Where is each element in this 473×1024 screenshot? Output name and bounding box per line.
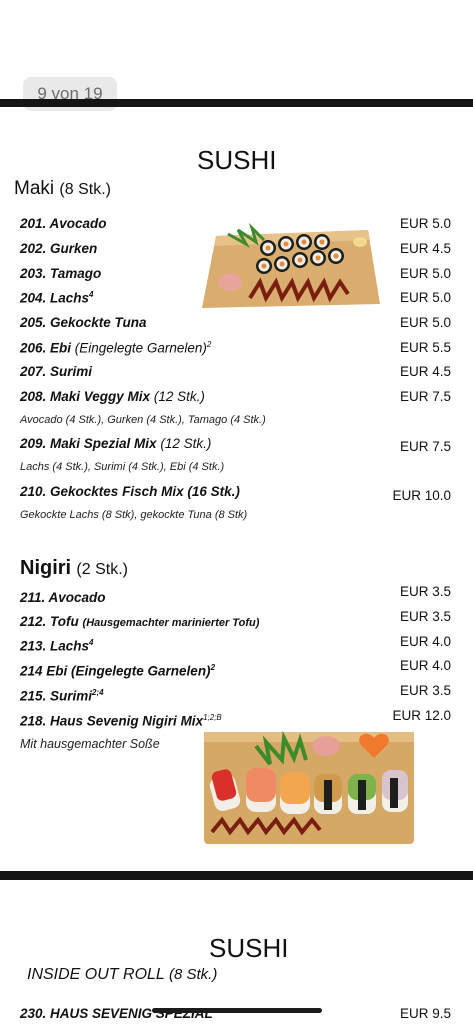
item-description: Avocado (4 Stk.), Gurken (4 Stk.), Tamag… bbox=[20, 414, 266, 426]
section-name: Nigiri bbox=[20, 557, 72, 579]
item-description: Mit hausgemachter Soße bbox=[20, 737, 160, 751]
item-price: EUR 5.0 bbox=[399, 290, 451, 305]
menu-item: 204. Lachs4 bbox=[20, 290, 94, 306]
menu-item: 211. Avocado bbox=[20, 590, 106, 605]
page-title: SUSHI bbox=[197, 145, 277, 175]
item-price: EUR 4.5 bbox=[399, 364, 451, 379]
page-separator bbox=[0, 871, 473, 880]
item-price: EUR 4.0 bbox=[399, 634, 451, 649]
item-price: EUR 5.0 bbox=[399, 266, 451, 281]
item-price: EUR 3.5 bbox=[399, 609, 451, 624]
menu-item: 213. Lachs4 bbox=[20, 638, 94, 654]
menu-item: 212. Tofu (Hausgemachter marinierter Tof… bbox=[20, 614, 260, 629]
section-name: INSIDE OUT ROLL bbox=[27, 966, 165, 983]
menu-item: 208. Maki Veggy Mix (12 Stk.) bbox=[20, 389, 205, 404]
menu-item: 206. Ebi (Eingelegte Garnelen)2 bbox=[20, 340, 212, 356]
nigiri-platter-image bbox=[204, 730, 414, 844]
menu-item: 202. Gurken bbox=[20, 241, 98, 256]
section-heading-inside-out-roll: INSIDE OUT ROLL (8 Stk.) bbox=[27, 966, 217, 984]
item-description: Lachs (4 Stk.), Surimi (4 Stk.), Ebi (4 … bbox=[20, 461, 225, 473]
item-price: EUR 5.0 bbox=[399, 216, 451, 231]
section-qty: (8 Stk.) bbox=[59, 181, 111, 198]
home-indicator[interactable] bbox=[152, 1008, 322, 1013]
maki-platter-image bbox=[202, 222, 380, 308]
menu-item: 201. Avocado bbox=[20, 216, 107, 231]
menu-item: 214 Ebi (Eingelegte Garnelen)2 bbox=[20, 663, 216, 679]
menu-item: 209. Maki Spezial Mix (12 Stk.) bbox=[20, 436, 212, 451]
section-qty: (2 Stk.) bbox=[76, 561, 128, 578]
menu-item: 215. Surimi2;4 bbox=[20, 688, 104, 704]
item-price: EUR 7.5 bbox=[399, 389, 451, 404]
item-price: EUR 5.0 bbox=[399, 315, 451, 330]
section-heading-maki: Maki (8 Stk.) bbox=[14, 178, 111, 200]
item-price: EUR 12.0 bbox=[392, 708, 451, 723]
section-qty: (8 Stk.) bbox=[168, 966, 218, 983]
item-price: EUR 5.5 bbox=[399, 340, 451, 355]
page-title: SUSHI bbox=[209, 933, 289, 963]
item-price: EUR 9.5 bbox=[399, 1006, 451, 1021]
menu-item: 207. Surimi bbox=[20, 364, 93, 379]
menu-item: 205. Gekockte Tuna bbox=[20, 315, 147, 330]
page-top-rule bbox=[0, 99, 473, 107]
menu-item: 203. Tamago bbox=[20, 266, 102, 281]
section-heading-nigiri: Nigiri (2 Stk.) bbox=[20, 557, 128, 580]
item-price: EUR 3.5 bbox=[399, 683, 451, 698]
item-price: EUR 10.0 bbox=[392, 488, 451, 503]
item-description: Gekockte Lachs (8 Stk), gekockte Tuna (8… bbox=[20, 509, 248, 521]
section-name: Maki bbox=[14, 178, 55, 199]
item-price: EUR 4.5 bbox=[399, 241, 451, 256]
item-price: EUR 4.0 bbox=[399, 658, 451, 673]
item-price: EUR 7.5 bbox=[399, 439, 451, 454]
menu-item: 210. Gekocktes Fisch Mix (16 Stk.) bbox=[20, 484, 240, 499]
menu-item: 218. Haus Sevenig Nigiri Mix1;2;B bbox=[20, 713, 222, 729]
item-price: EUR 3.5 bbox=[399, 584, 451, 599]
